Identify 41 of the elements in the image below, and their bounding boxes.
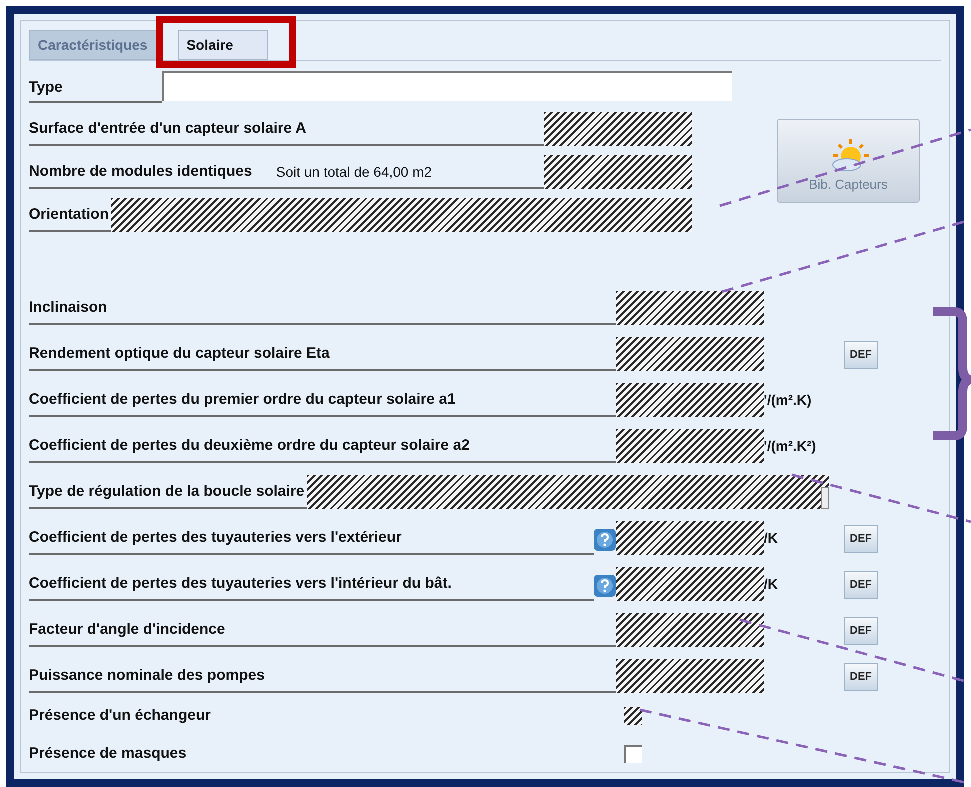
help-icon[interactable] xyxy=(594,529,616,551)
field-label: Coefficient de pertes des tuyauteries vers l'intérieur du bât. xyxy=(29,574,453,594)
checkbox[interactable] xyxy=(624,745,642,763)
input-field[interactable] xyxy=(616,659,764,693)
input-field[interactable] xyxy=(616,291,764,325)
unit-label: /K xyxy=(764,574,778,594)
field-label: Orientation xyxy=(29,204,110,224)
input-field[interactable] xyxy=(544,112,692,146)
input-field[interactable] xyxy=(616,567,764,601)
def-button[interactable]: DEF xyxy=(844,617,878,645)
field-label: Coefficient de pertes du deuxième ordre du capteur solaire a2 xyxy=(29,436,471,456)
def-button[interactable]: DEF xyxy=(844,525,878,553)
field-label: Nombre de modules identiques xyxy=(29,162,254,182)
dropdown-field[interactable] xyxy=(306,475,829,509)
field-label: Facteur d'angle d'incidence xyxy=(29,620,226,640)
def-button[interactable]: DEF xyxy=(844,663,878,691)
help-icon[interactable] xyxy=(594,575,616,597)
input-field[interactable] xyxy=(616,613,764,647)
unit-label: /K xyxy=(764,528,778,548)
def-button[interactable]: DEF xyxy=(844,341,878,369)
field-label: Coefficient de pertes du premier ordre du capteur solaire a1 xyxy=(29,390,457,410)
input-field[interactable] xyxy=(616,429,764,463)
field-label: Rendement optique du capteur solaire Eta xyxy=(29,344,331,364)
unit-label: '/(m².K) xyxy=(764,390,812,410)
field-label: Surface d'entrée d'un capteur solaire A xyxy=(29,118,308,138)
input-field[interactable] xyxy=(544,155,692,189)
tab[interactable]: Solaire xyxy=(178,30,268,60)
field-label: Type de régulation de la boucle solaire xyxy=(29,482,306,502)
input-field[interactable] xyxy=(616,337,764,371)
input-field[interactable] xyxy=(616,383,764,417)
unit-label: '/(m².K²) xyxy=(764,436,816,456)
field-label: Puissance nominale des pompes xyxy=(29,666,266,686)
input-field[interactable] xyxy=(162,71,732,101)
input-field[interactable] xyxy=(111,198,692,232)
total-note: Soit un total de 64,00 m2 xyxy=(276,163,434,182)
field-label: Inclinaison xyxy=(29,298,108,318)
checkbox-label: Présence d'un échangeur xyxy=(29,706,212,726)
input-field[interactable] xyxy=(616,521,764,555)
checkbox-label: Présence de masques xyxy=(29,744,188,764)
field-label: Coefficient de pertes des tuyauteries vers l'extérieur xyxy=(29,528,403,548)
def-button[interactable]: DEF xyxy=(844,571,878,599)
